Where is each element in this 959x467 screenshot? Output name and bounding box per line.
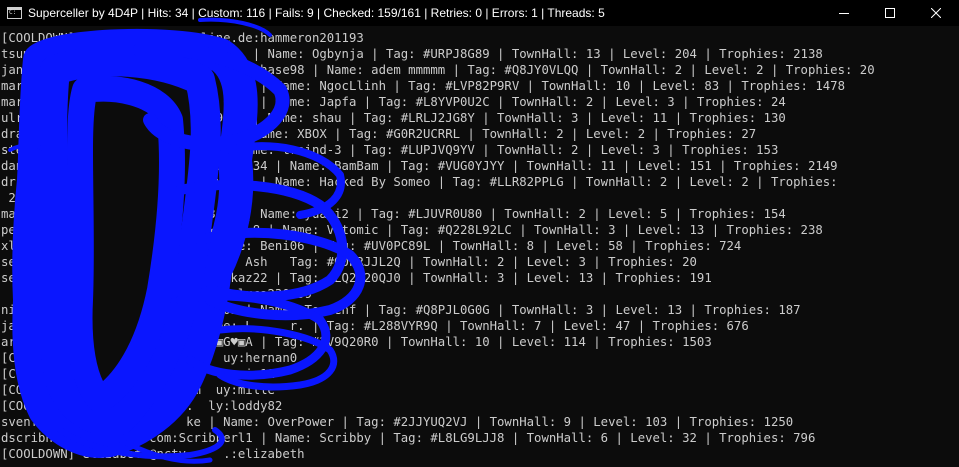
- console-line: marce :1 | Name: NgocLlinh | Tag: #LVP82…: [1, 79, 845, 93]
- minimize-icon: [839, 13, 849, 14]
- console-line: svenfischer.7@ ke | Name: OverPower | Ta…: [1, 415, 794, 429]
- title-bar[interactable]: Superceller by 4D4P | Hits: 34 | Custom:…: [0, 0, 959, 26]
- console-line: dani eppe1234 | Name: BamBam | Tag: #VUG…: [1, 159, 838, 173]
- console-line: xl 6 | Name: Beni06 | Tag: #UV0PC89L | T…: [1, 239, 742, 253]
- console-line: [COOLDOWN] mar 0t-online.de:hammeron2011…: [1, 31, 364, 45]
- console-window: Superceller by 4D4P | Hits: 34 | Custom:…: [0, 0, 959, 467]
- console-line: pe 6xx11 8 | Name: Vatomic | Tag: #Q228L…: [1, 223, 823, 237]
- console-line: janni perhase98 | Name: adem mmmmm | Tag…: [1, 63, 875, 77]
- console-line: se | Name: Ash Tag: #Q0PRJJL2Q | TownHal…: [1, 255, 697, 269]
- console-line: 21: [1, 191, 24, 205]
- console-line: ine.de:luca230 99: [1, 287, 312, 301]
- console-line: ulric 9815 | Name: shau | Tag: #LRLJ2JG8…: [1, 111, 786, 125]
- maximize-button[interactable]: [867, 0, 913, 26]
- close-icon: [931, 8, 941, 18]
- console-line: [COOLDOWN] . ly:loddy82: [1, 399, 283, 413]
- console-line: tsum | Name: Ogbynja | Tag: #URPJ8G89 | …: [1, 47, 823, 61]
- window-controls: [821, 0, 959, 26]
- console-app-icon: [7, 7, 22, 19]
- console-line: stei | Name: traind-3 | Tag: #LUPJVQ9YV …: [1, 143, 779, 157]
- console-line: [COOLDOWN] de uy:hernan0: [1, 351, 298, 365]
- console-line: nico nno1503 | Name: Torrenf | Tag: #Q8P…: [1, 303, 801, 317]
- console-line: marce 0909 | Name: Japfa | Tag: #L8YVP0U…: [1, 95, 786, 109]
- console-line: mat rel31st | Name: yuaki2 | Tag: #LJUVR…: [1, 207, 786, 221]
- console-line: se ag: pokaz22 | Tag: #LQ2920QJ0 | TownH…: [1, 271, 712, 285]
- console-line: janwi | Name: L r. | Tag: #L288VYR9Q | T…: [1, 319, 749, 333]
- console-line: [COOLDOW om uq in11: [1, 367, 275, 381]
- console-line: [COOLDOW om uy:mille: [1, 383, 275, 397]
- console-line: [COOLDOWN] elizabeth@nctv. .:elizabeth: [1, 447, 305, 461]
- console-output[interactable]: [COOLDOWN] mar 0t-online.de:hammeron2011…: [0, 30, 959, 467]
- console-line: dr.c ddulle2 | Name: Hacked By Someo | T…: [1, 175, 838, 189]
- console-line: arman ♥▣♥♥▣G♥▣A | Tag: #2V9Q20R0 | TownH…: [1, 335, 712, 349]
- console-line: dscribner2@mine. .com:Scribberl1 | Name:…: [1, 431, 816, 445]
- console-line: drax- 2 | Name: XBOX | Tag: #G0R2UCRRL |…: [1, 127, 757, 141]
- close-button[interactable]: [913, 0, 959, 26]
- window-title: Superceller by 4D4P | Hits: 34 | Custom:…: [28, 6, 605, 20]
- minimize-button[interactable]: [821, 0, 867, 26]
- maximize-icon: [885, 8, 895, 18]
